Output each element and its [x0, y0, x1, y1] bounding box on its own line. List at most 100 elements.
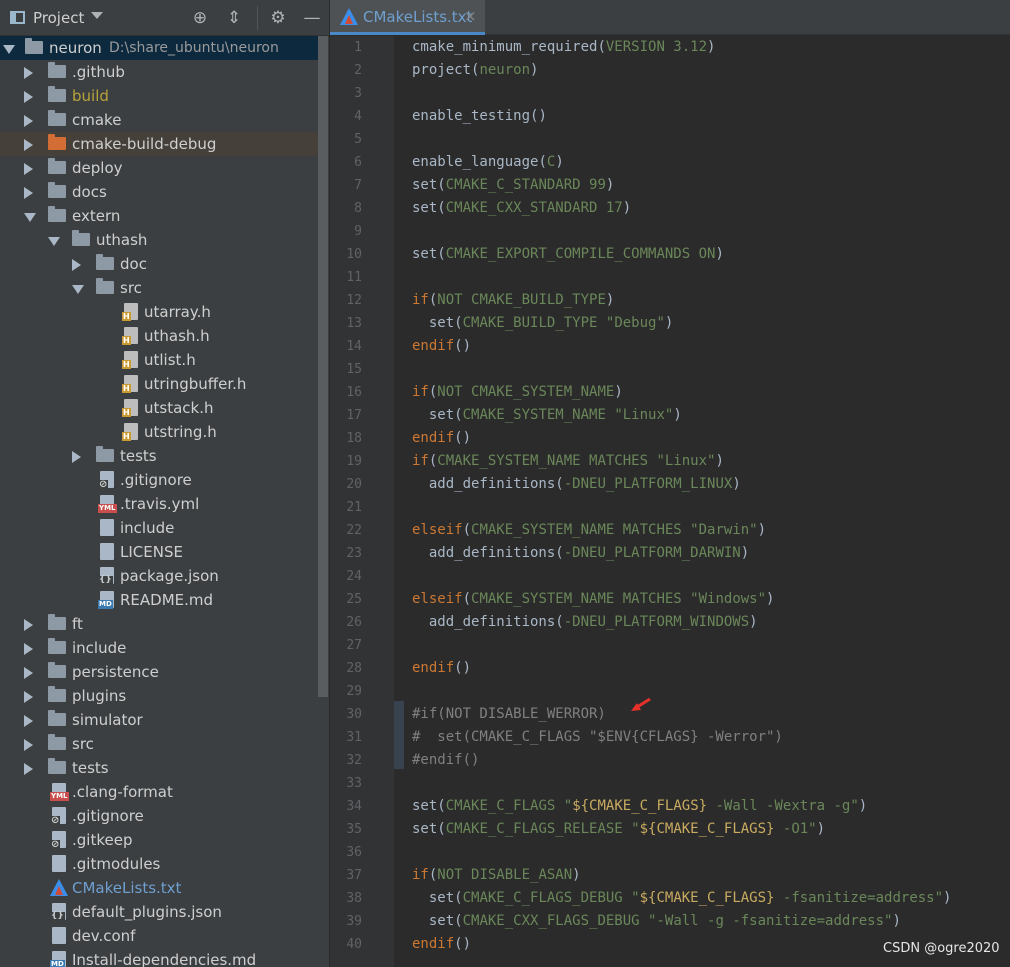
code-line[interactable]: endif()	[412, 430, 471, 446]
tree-file[interactable]: MD README.md	[0, 588, 318, 612]
code-line[interactable]: #if(NOT DISABLE_WERROR)	[412, 706, 606, 722]
tree-folder[interactable]: extern	[0, 204, 318, 228]
tree-file[interactable]: {} default_plugins.json	[0, 900, 318, 924]
tree-file[interactable]: {} package.json	[0, 564, 318, 588]
chevron-right-icon[interactable]	[24, 91, 33, 103]
chevron-right-icon[interactable]	[24, 67, 33, 79]
tree-folder[interactable]: doc	[0, 252, 318, 276]
chevron-right-icon[interactable]	[24, 667, 33, 679]
chevron-down-icon[interactable]	[3, 45, 15, 54]
tree-folder[interactable]: neuron D:\share_ubuntu\neuron	[0, 36, 318, 60]
chevron-right-icon[interactable]	[24, 715, 33, 727]
tree-file[interactable]: MD Install-dependencies.md	[0, 948, 318, 967]
code-line[interactable]: if(NOT CMAKE_BUILD_TYPE)	[412, 292, 614, 308]
line-number-gutter[interactable]: 1 2 3 4 5 6 7 8 9 10 11 12 13 14 15 16 17 18 19 20 21 22 23 24 2…	[330, 36, 394, 967]
tree-folder[interactable]: .github	[0, 60, 318, 84]
tree-folder[interactable]: ft	[0, 612, 318, 636]
code-line[interactable]: if(NOT CMAKE_SYSTEM_NAME)	[412, 384, 623, 400]
chevron-right-icon[interactable]	[24, 763, 33, 775]
tree-folder[interactable]: src	[0, 732, 318, 756]
chevron-right-icon[interactable]	[24, 619, 33, 631]
tree-folder[interactable]: cmake	[0, 108, 318, 132]
tree-file[interactable]: include	[0, 516, 318, 540]
chevron-down-icon[interactable]	[91, 12, 103, 19]
chevron-right-icon[interactable]	[72, 259, 81, 271]
code-line[interactable]: set(CMAKE_C_FLAGS "${CMAKE_C_FLAGS} -Wal…	[412, 798, 867, 814]
code-line[interactable]: if(CMAKE_SYSTEM_NAME MATCHES "Linux")	[412, 453, 724, 469]
code-line[interactable]: set(CMAKE_C_STANDARD 99)	[412, 177, 614, 193]
code-line[interactable]: add_definitions(-DNEU_PLATFORM_DARWIN)	[412, 545, 749, 561]
tree-file[interactable]: dev.conf	[0, 924, 318, 948]
tree-file[interactable]: YML .travis.yml	[0, 492, 318, 516]
tree-folder[interactable]: include	[0, 636, 318, 660]
code-line[interactable]: project(neuron)	[412, 62, 538, 78]
close-icon[interactable]: ×	[464, 7, 477, 25]
code-line[interactable]: set(CMAKE_C_FLAGS_RELEASE "${CMAKE_C_FLA…	[412, 821, 825, 837]
code-line[interactable]: # set(CMAKE_C_FLAGS "$ENV{CFLAGS} -Werro…	[412, 729, 783, 745]
code-line[interactable]: set(CMAKE_SYSTEM_NAME "Linux")	[412, 407, 682, 423]
chevron-down-icon[interactable]	[24, 213, 36, 222]
tree-folder[interactable]: simulator	[0, 708, 318, 732]
collapse-all-icon[interactable]: ⇕	[223, 7, 245, 29]
tree-file[interactable]: Hutringbuffer.h	[0, 372, 318, 396]
chevron-down-icon[interactable]	[72, 285, 84, 294]
code-token: "Linux"	[614, 407, 674, 423]
code-line[interactable]: endif()	[412, 338, 471, 354]
chevron-right-icon[interactable]	[24, 115, 33, 127]
code-line[interactable]: endif()	[412, 936, 471, 952]
tree-file[interactable]: ⊘ .gitignore	[0, 468, 318, 492]
code-line[interactable]: set(CMAKE_CXX_FLAGS_DEBUG "-Wall -g -fsa…	[412, 913, 901, 929]
minimize-icon[interactable]: —	[301, 7, 323, 29]
tree-folder[interactable]: persistence	[0, 660, 318, 684]
tree-folder[interactable]: deploy	[0, 156, 318, 180]
code-line[interactable]: add_definitions(-DNEU_PLATFORM_WINDOWS)	[412, 614, 758, 630]
chevron-right-icon[interactable]	[72, 451, 81, 463]
code-line[interactable]: enable_testing()	[412, 108, 547, 124]
tree-file[interactable]: ⊘ .gitignore	[0, 804, 318, 828]
tree-file[interactable]: Hutstack.h	[0, 396, 318, 420]
code-line[interactable]: set(CMAKE_CXX_STANDARD 17)	[412, 200, 631, 216]
tree-file[interactable]: ⊘ .gitkeep	[0, 828, 318, 852]
code-line[interactable]: if(NOT DISABLE_ASAN)	[412, 867, 581, 883]
gear-icon[interactable]: ⚙	[267, 7, 289, 29]
chevron-right-icon[interactable]	[24, 139, 33, 151]
locate-file-icon[interactable]: ⊕	[189, 7, 211, 29]
tree-folder[interactable]: cmake-build-debug	[0, 132, 318, 156]
tree-file[interactable]: .gitmodules	[0, 852, 318, 876]
code-line[interactable]: add_definitions(-DNEU_PLATFORM_LINUX)	[412, 476, 741, 492]
code-line[interactable]: set(CMAKE_C_FLAGS_DEBUG "${CMAKE_C_FLAGS…	[412, 890, 952, 906]
code-line[interactable]: cmake_minimum_required(VERSION 3.12)	[412, 39, 715, 55]
chevron-right-icon[interactable]	[24, 739, 33, 751]
tree-file[interactable]: Hutstring.h	[0, 420, 318, 444]
tab-cmakelists[interactable]: CMakeLists.txt ×	[330, 0, 485, 35]
tree-folder[interactable]: uthash	[0, 228, 318, 252]
code-token: -O1"	[774, 821, 817, 837]
tree-folder[interactable]: src	[0, 276, 318, 300]
code-line[interactable]: elseif(CMAKE_SYSTEM_NAME MATCHES "Darwin…	[412, 522, 766, 538]
tree-folder[interactable]: tests	[0, 756, 318, 780]
tree-folder[interactable]: docs	[0, 180, 318, 204]
chevron-right-icon[interactable]	[24, 163, 33, 175]
chevron-right-icon[interactable]	[24, 187, 33, 199]
code-line[interactable]: set(CMAKE_BUILD_TYPE "Debug")	[412, 315, 673, 331]
code-line[interactable]: elseif(CMAKE_SYSTEM_NAME MATCHES "Window…	[412, 591, 774, 607]
tree-file[interactable]: Huthash.h	[0, 324, 318, 348]
tree-file[interactable]: LICENSE	[0, 540, 318, 564]
tree-folder[interactable]: plugins	[0, 684, 318, 708]
tree-file[interactable]: YML .clang-format	[0, 780, 318, 804]
project-view-title[interactable]: Project	[33, 9, 84, 27]
tree-file[interactable]: Hutarray.h	[0, 300, 318, 324]
code-line[interactable]: endif()	[412, 660, 471, 676]
tree-file[interactable]: Hutlist.h	[0, 348, 318, 372]
chevron-down-icon[interactable]	[48, 237, 60, 246]
tree-folder[interactable]: tests	[0, 444, 318, 468]
chevron-right-icon[interactable]	[24, 691, 33, 703]
code-line[interactable]: set(CMAKE_EXPORT_COMPILE_COMMANDS ON)	[412, 246, 724, 262]
tree-folder[interactable]: build	[0, 84, 318, 108]
chevron-right-icon[interactable]	[24, 643, 33, 655]
tree-file[interactable]: CMakeLists.txt	[0, 876, 318, 900]
code-line[interactable]: #endif()	[412, 752, 479, 768]
tree-scrollbar[interactable]	[318, 36, 328, 697]
code-line[interactable]: enable_language(C)	[412, 154, 564, 170]
